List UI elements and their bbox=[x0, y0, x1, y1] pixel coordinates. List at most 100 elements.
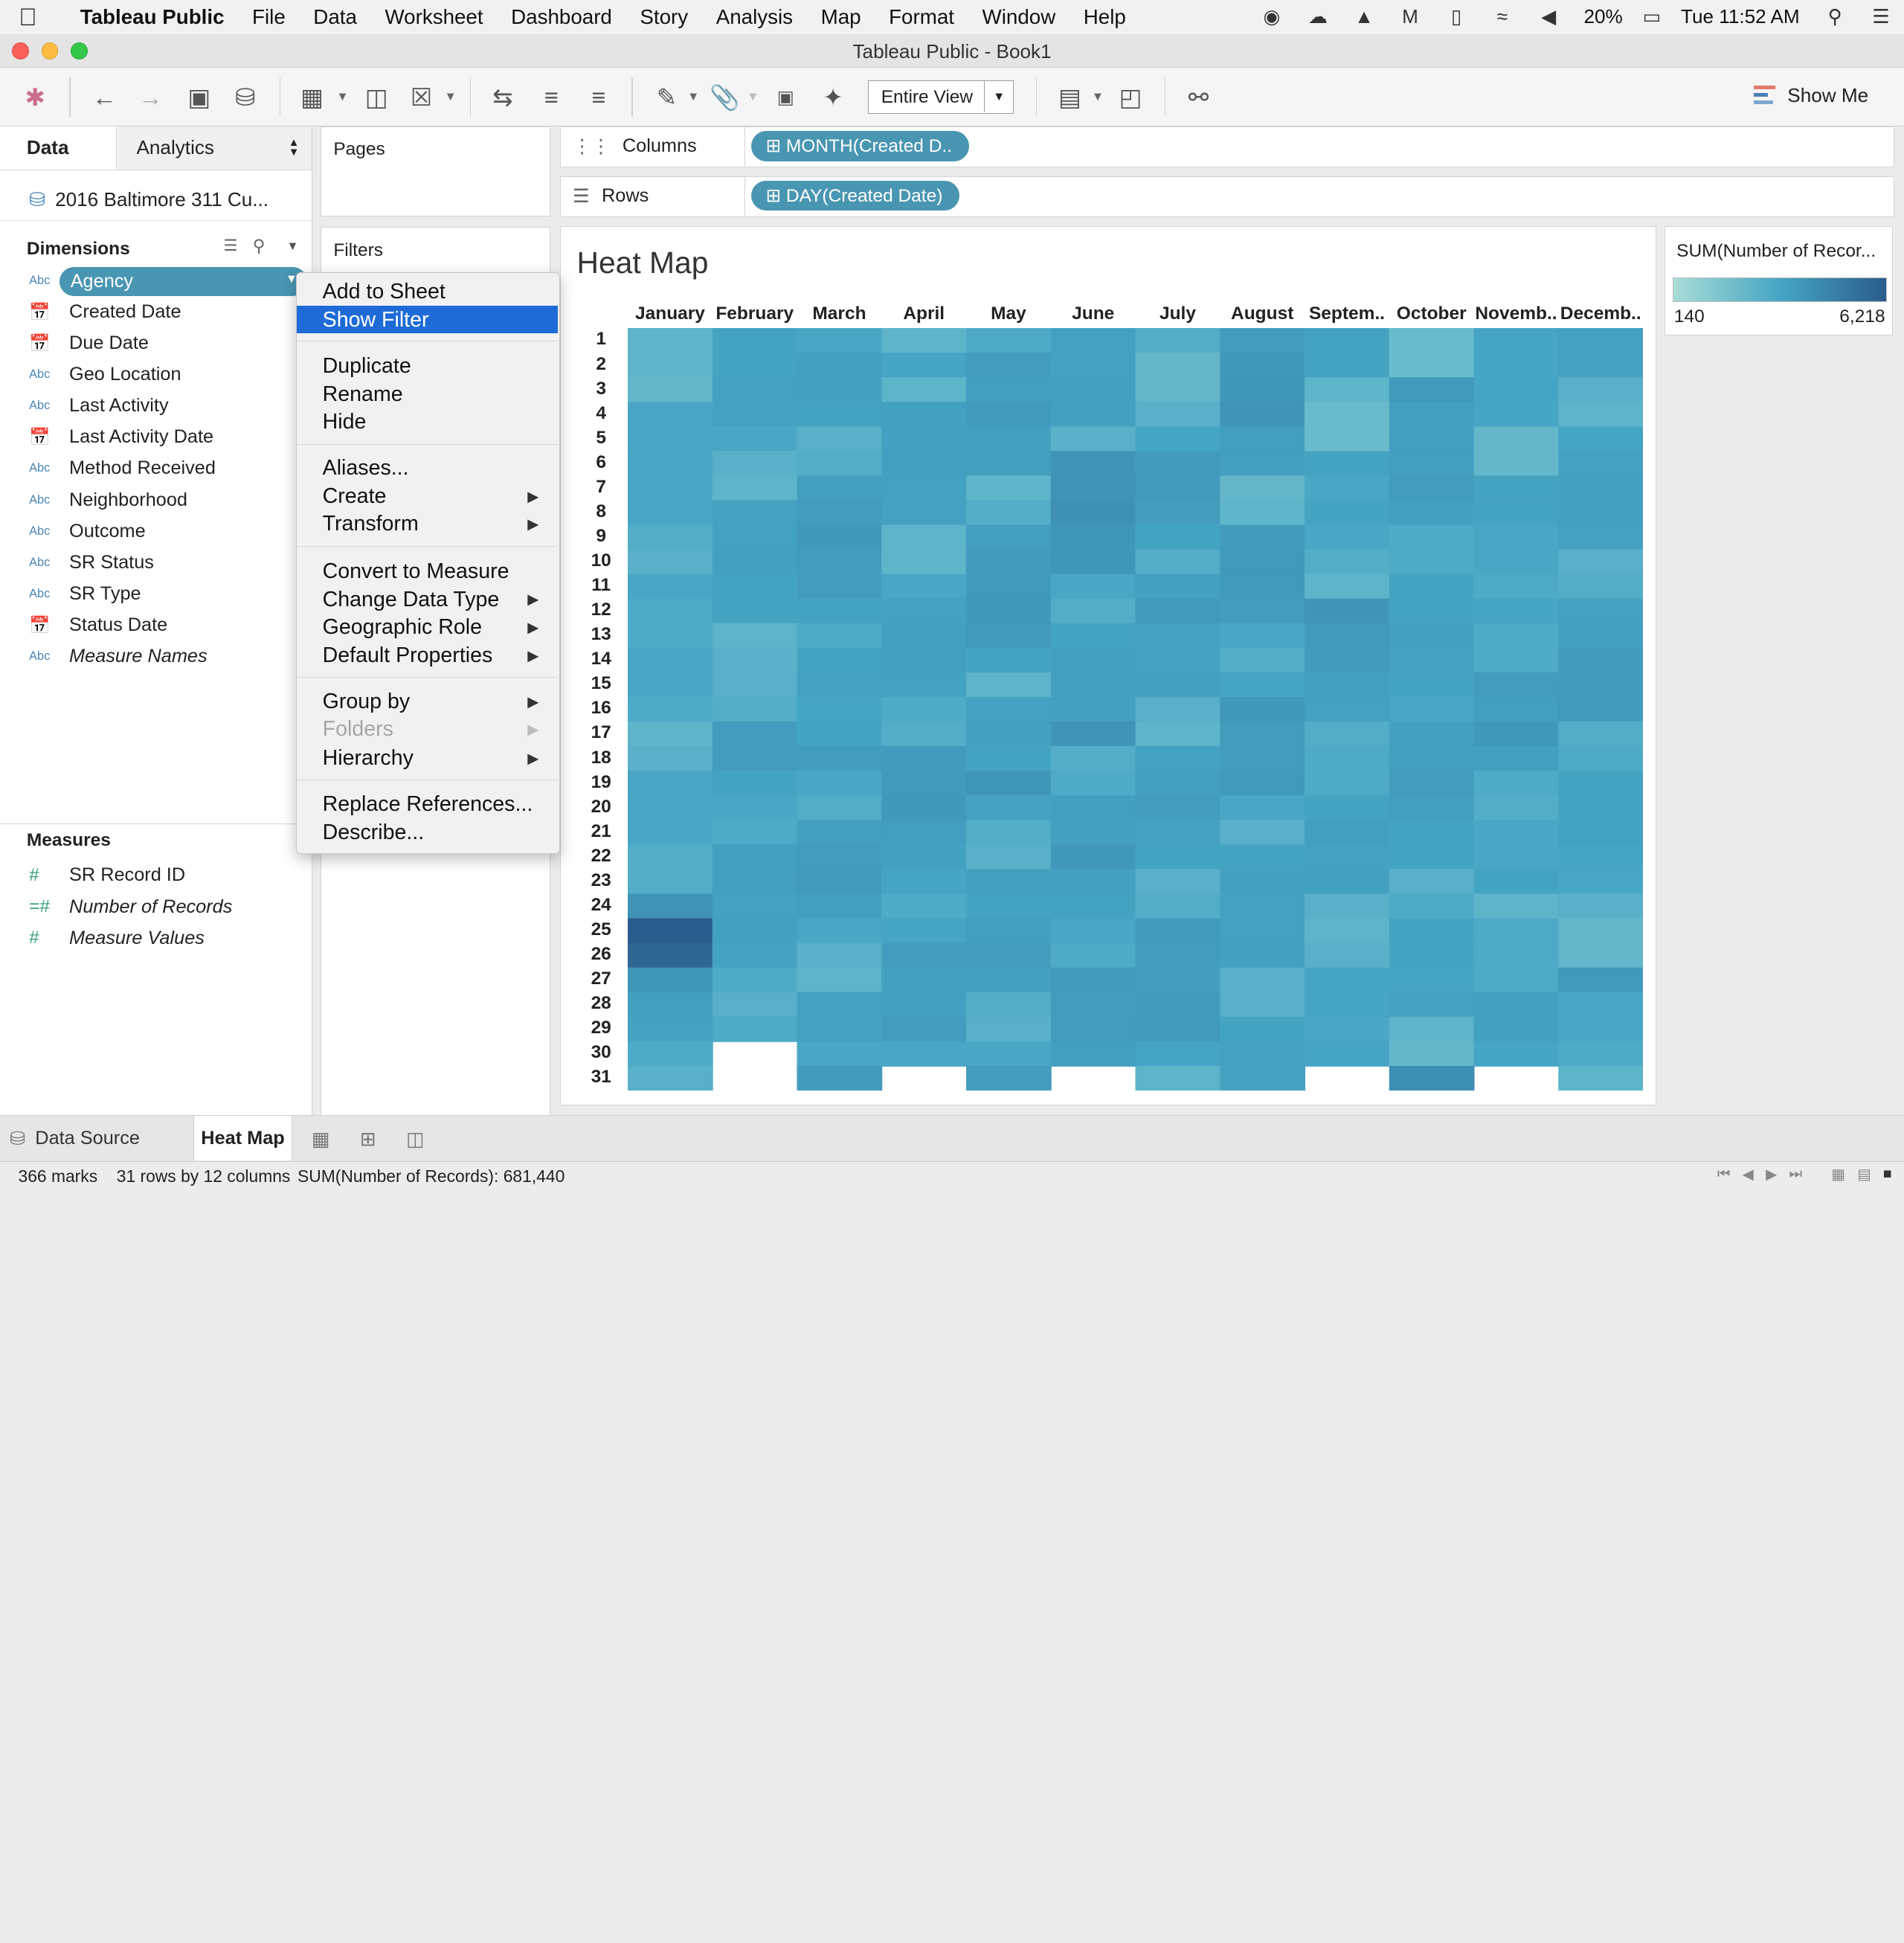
day-label[interactable]: 30 bbox=[574, 1042, 628, 1063]
heatmap-cell[interactable] bbox=[1305, 820, 1390, 846]
heatmap-cell[interactable] bbox=[881, 549, 968, 575]
heatmap-cell[interactable] bbox=[712, 327, 798, 353]
heatmap-cell[interactable] bbox=[1050, 942, 1136, 969]
wifi-icon[interactable]: ≈ bbox=[1479, 5, 1525, 28]
heatmap-cell[interactable] bbox=[1389, 524, 1475, 550]
day-label[interactable]: 1 bbox=[574, 329, 628, 350]
prev-sheet-icon[interactable]: ◀ bbox=[1743, 1166, 1754, 1184]
heatmap-cell[interactable] bbox=[1220, 869, 1306, 895]
heatmap-cell[interactable] bbox=[1135, 745, 1221, 771]
heatmap-cell[interactable] bbox=[1050, 721, 1136, 747]
tab-data-source[interactable]: ⛁ Data Source bbox=[10, 1116, 140, 1160]
heatmap-cell[interactable] bbox=[1558, 451, 1644, 477]
heatmap-cell[interactable] bbox=[1135, 327, 1221, 353]
heatmap-cell[interactable] bbox=[1473, 820, 1560, 846]
heatmap-cell[interactable] bbox=[1220, 1016, 1306, 1042]
redo-icon[interactable]: → bbox=[134, 81, 168, 112]
heatmap-cell[interactable] bbox=[1473, 647, 1560, 673]
heatmap-cell[interactable] bbox=[1558, 327, 1644, 353]
heatmap-cell[interactable] bbox=[1305, 524, 1390, 550]
heatmap-cell[interactable] bbox=[1305, 426, 1390, 452]
heatmap-cell[interactable] bbox=[966, 402, 1052, 428]
heatmap-cell[interactable] bbox=[1220, 844, 1306, 870]
day-label[interactable]: 25 bbox=[574, 919, 628, 940]
menu-item-aliases[interactable]: Aliases... bbox=[297, 454, 558, 482]
heatmap-cell[interactable] bbox=[1135, 352, 1221, 378]
menu-data[interactable]: Data bbox=[300, 5, 371, 29]
day-label[interactable]: 10 bbox=[574, 550, 628, 571]
heatmap-cell[interactable] bbox=[881, 574, 968, 600]
heatmap-cell[interactable] bbox=[797, 475, 883, 501]
heatmap-cell[interactable] bbox=[712, 475, 798, 501]
heatmap-cell[interactable] bbox=[712, 1016, 798, 1042]
heatmap-cell[interactable] bbox=[1135, 967, 1221, 993]
heatmap-cell[interactable] bbox=[966, 918, 1052, 944]
heatmap-cell[interactable] bbox=[1135, 451, 1221, 477]
heatmap-grid[interactable] bbox=[628, 327, 1644, 1091]
heatmap-cell[interactable] bbox=[966, 820, 1052, 846]
heatmap-cell[interactable] bbox=[797, 352, 883, 378]
heatmap-cell[interactable] bbox=[797, 1041, 883, 1067]
heatmap-cell[interactable] bbox=[1050, 327, 1136, 353]
day-label[interactable]: 27 bbox=[574, 969, 628, 989]
heatmap-cell[interactable] bbox=[966, 426, 1052, 452]
heatmap-cell[interactable] bbox=[966, 795, 1052, 821]
heatmap-cell[interactable] bbox=[1135, 672, 1221, 698]
day-label[interactable]: 11 bbox=[574, 575, 628, 596]
heatmap-cell[interactable] bbox=[1473, 376, 1560, 402]
heatmap-cell[interactable] bbox=[966, 1041, 1052, 1067]
heatmap-cell[interactable] bbox=[1389, 795, 1475, 821]
heatmap-cell[interactable] bbox=[1473, 844, 1560, 870]
day-label[interactable]: 16 bbox=[574, 698, 628, 719]
clock[interactable]: Tue 11:52 AM bbox=[1669, 5, 1812, 28]
heatmap-cell[interactable] bbox=[1050, 500, 1136, 526]
heatmap-cell[interactable] bbox=[1473, 402, 1560, 428]
heatmap-cell[interactable] bbox=[1220, 500, 1306, 526]
last-sheet-icon[interactable]: ⏭ bbox=[1789, 1166, 1803, 1184]
dimensions-menu-icon[interactable]: ▼ bbox=[286, 240, 298, 254]
heatmap-cell[interactable] bbox=[1305, 967, 1390, 993]
heatmap-cell[interactable] bbox=[966, 967, 1052, 993]
heatmap-cell[interactable] bbox=[966, 500, 1052, 526]
heatmap-cell[interactable] bbox=[628, 524, 713, 550]
heatmap-cell[interactable] bbox=[712, 426, 798, 452]
heatmap-cell[interactable] bbox=[881, 745, 968, 771]
heatmap-cell[interactable] bbox=[1305, 549, 1390, 575]
month-header[interactable]: Septem.. bbox=[1305, 304, 1389, 324]
heatmap-cell[interactable] bbox=[797, 574, 883, 600]
month-header[interactable]: June bbox=[1051, 304, 1136, 324]
heatmap-cell[interactable] bbox=[1050, 647, 1136, 673]
new-worksheet-dropdown-icon[interactable]: ▼ bbox=[334, 81, 351, 112]
heatmap-cell[interactable] bbox=[1389, 402, 1475, 428]
heatmap-cell[interactable] bbox=[628, 1016, 713, 1042]
heatmap-cell[interactable] bbox=[1558, 992, 1644, 1018]
heatmap-cell[interactable] bbox=[1050, 623, 1136, 649]
heatmap-cell[interactable] bbox=[1473, 745, 1560, 771]
heatmap-cell[interactable] bbox=[1220, 426, 1306, 452]
heatmap-cell[interactable] bbox=[1220, 376, 1306, 402]
heatmap-cell[interactable] bbox=[1389, 696, 1475, 722]
heatmap-cell[interactable] bbox=[1305, 647, 1390, 673]
heatmap-cell[interactable] bbox=[1050, 426, 1136, 452]
heatmap-cell[interactable] bbox=[797, 992, 883, 1018]
heatmap-cell[interactable] bbox=[966, 549, 1052, 575]
heatmap-cell[interactable] bbox=[628, 475, 713, 501]
heatmap-cell[interactable] bbox=[881, 770, 968, 796]
heatmap-cell[interactable] bbox=[881, 598, 968, 624]
heatmap-cell[interactable] bbox=[1220, 1065, 1306, 1091]
heatmap-cell[interactable] bbox=[966, 844, 1052, 870]
day-label[interactable]: 2 bbox=[574, 354, 628, 375]
heatmap-cell[interactable] bbox=[1558, 598, 1644, 624]
heatmap-cell[interactable] bbox=[1558, 549, 1644, 575]
new-datasource-icon[interactable]: ⛁ bbox=[228, 81, 263, 112]
heatmap-cell[interactable] bbox=[1473, 795, 1560, 821]
data-source-item[interactable]: ⛁ 2016 Baltimore 311 Cu... bbox=[0, 170, 312, 222]
heatmap-cell[interactable] bbox=[1558, 967, 1644, 993]
expand-icon[interactable]: ⊞ bbox=[766, 186, 782, 206]
heatmap-cell[interactable] bbox=[797, 770, 883, 796]
heatmap-cell[interactable] bbox=[628, 451, 713, 477]
heatmap-cell[interactable] bbox=[712, 524, 798, 550]
heatmap-cell[interactable] bbox=[1220, 820, 1306, 846]
heatmap-cell[interactable] bbox=[1473, 721, 1560, 747]
month-header[interactable]: January bbox=[628, 304, 713, 324]
